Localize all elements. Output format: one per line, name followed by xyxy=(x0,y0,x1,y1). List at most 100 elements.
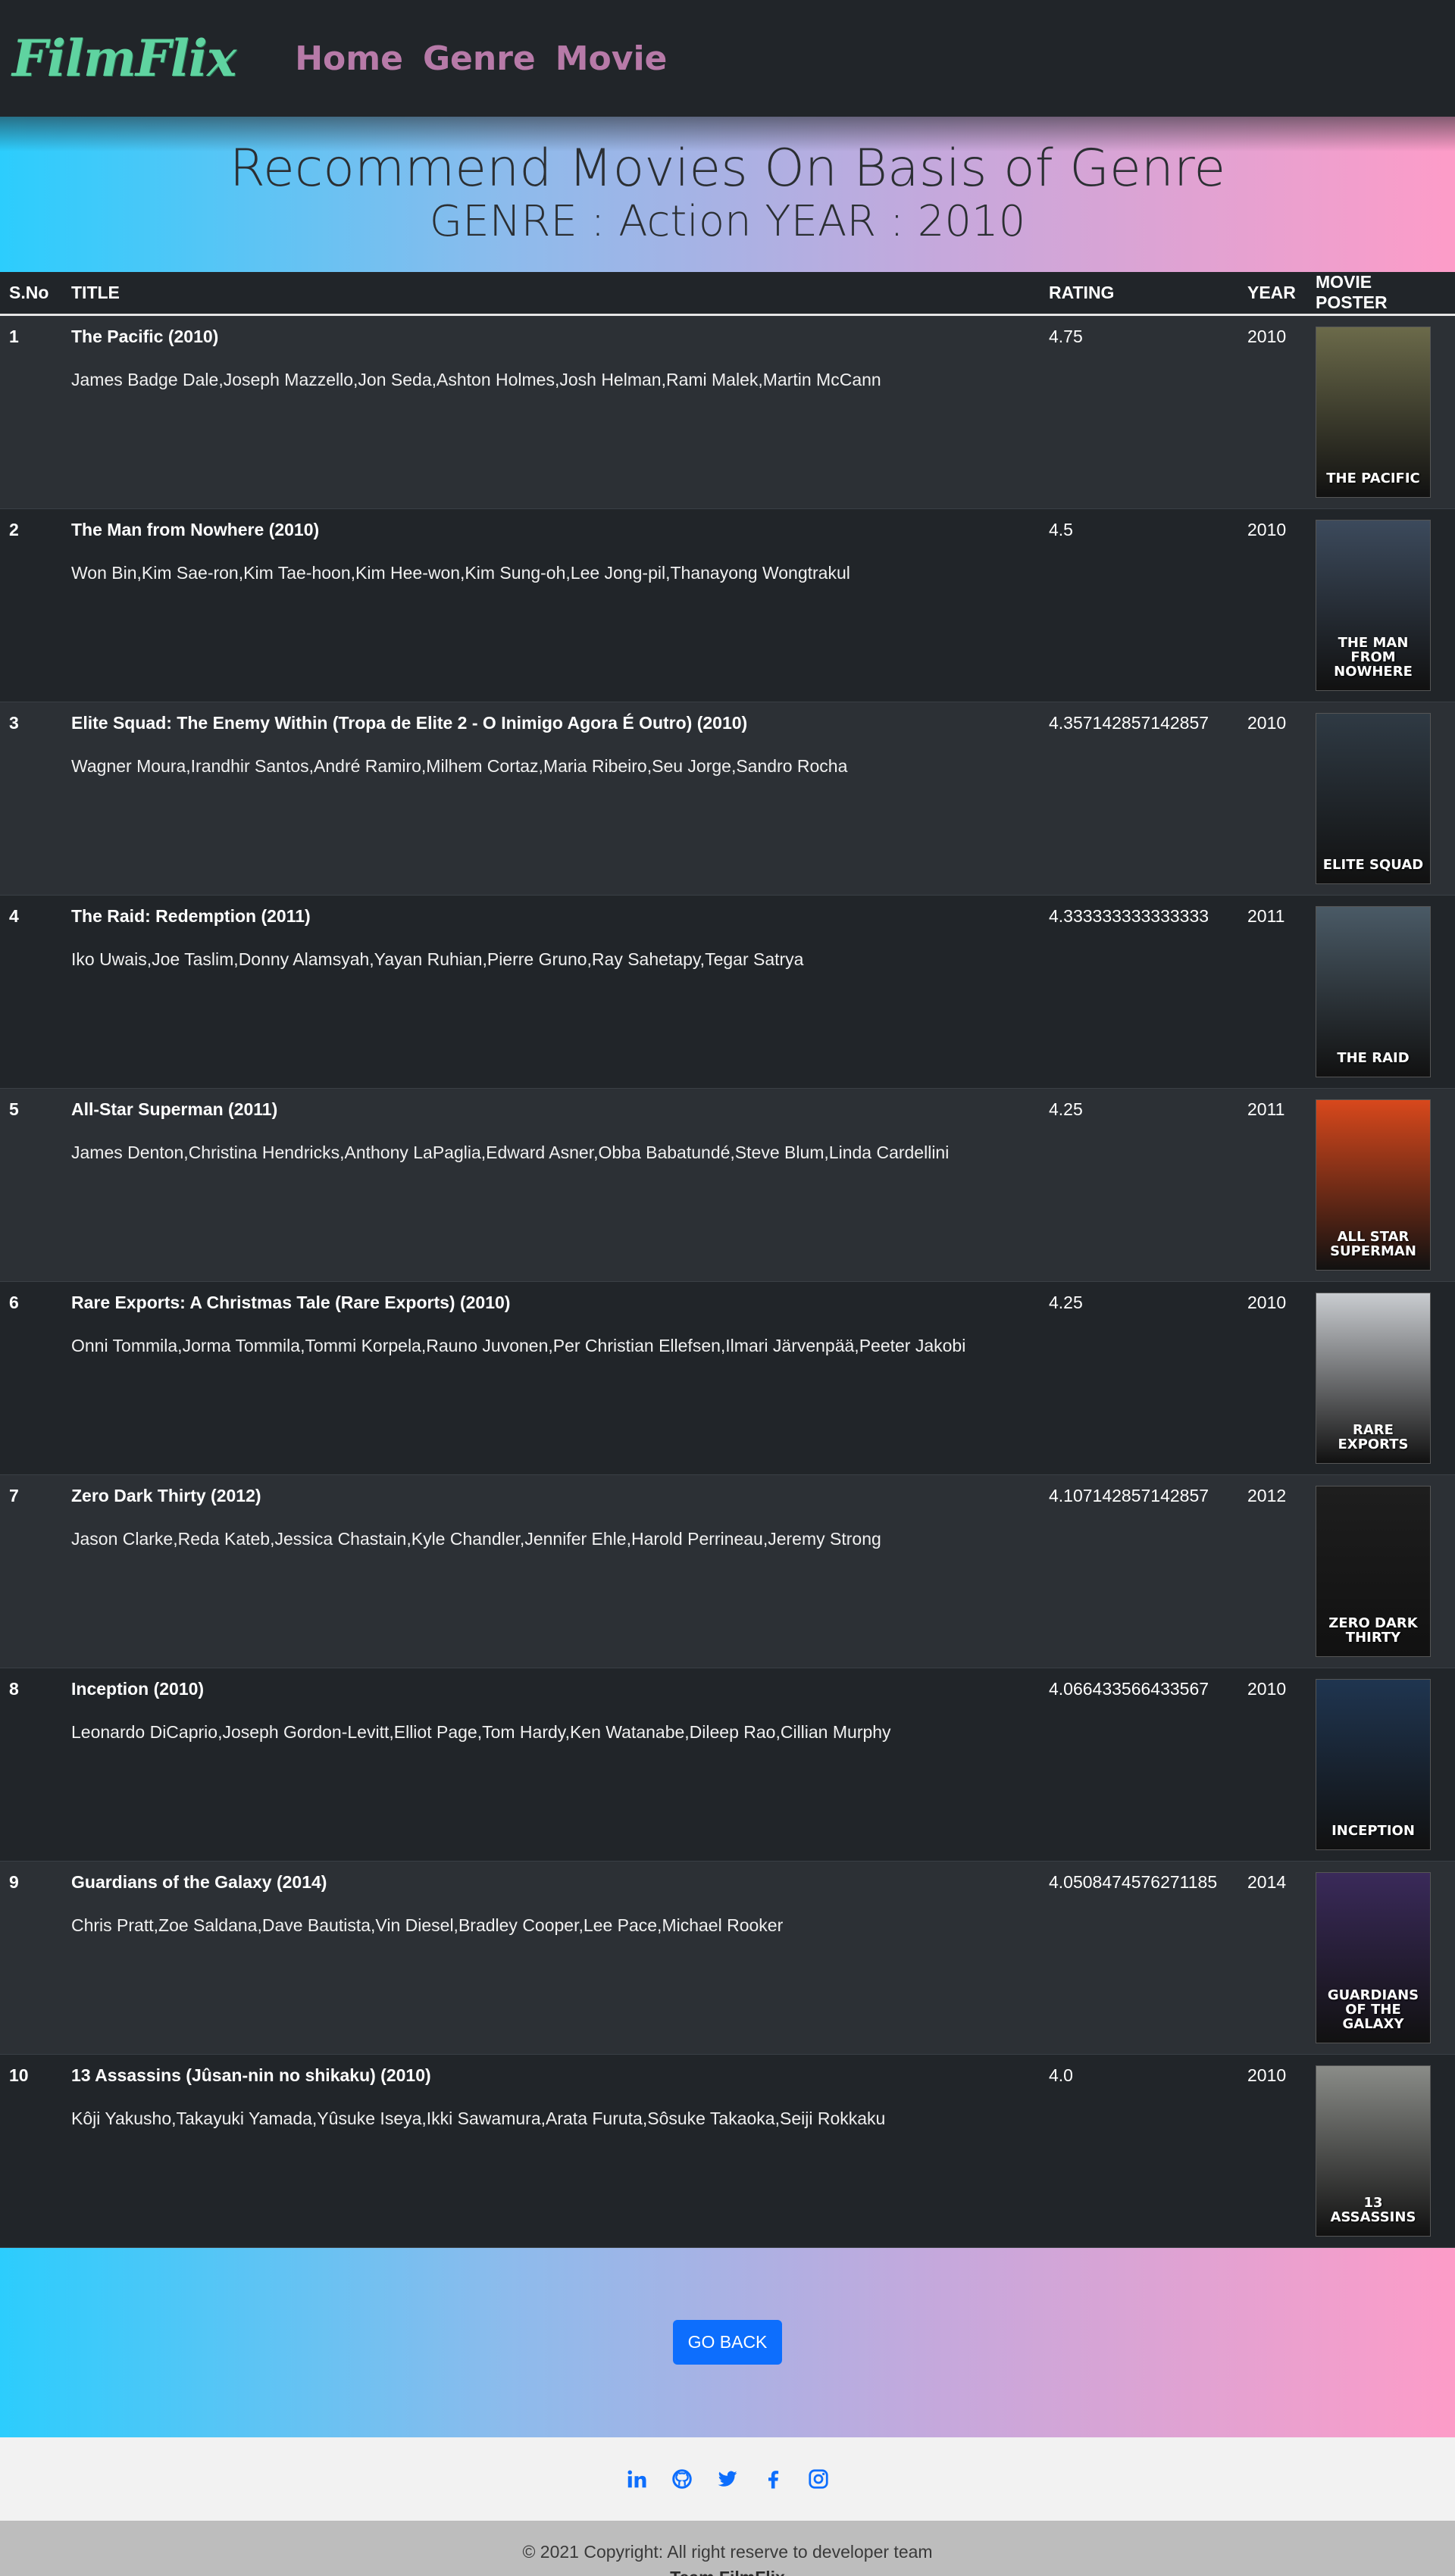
table-row: 1 The Pacific (2010) James Badge Dale,Jo… xyxy=(0,314,1455,508)
movie-cast: Leonardo DiCaprio,Joseph Gordon-Levitt,E… xyxy=(71,1721,891,1742)
nav-links: Home Genre Movie xyxy=(295,39,667,78)
row-title-cell: The Pacific (2010) James Badge Dale,Jose… xyxy=(62,314,1040,508)
poster-label: INCEPTION xyxy=(1331,1822,1415,1839)
movie-title[interactable]: All-Star Superman (2011) xyxy=(71,1099,1031,1120)
row-year: 2010 xyxy=(1247,1292,1287,1312)
copyright-footer: © 2021 Copyright: All right reserve to d… xyxy=(0,2520,1455,2576)
poster-label: THE PACIFIC xyxy=(1326,470,1420,486)
row-rating: 4.0508474576271185 xyxy=(1049,1871,1218,1892)
row-poster-cell: 13 ASSASSINS xyxy=(1306,2054,1455,2247)
movie-poster[interactable]: THE RAID xyxy=(1316,905,1431,1077)
row-year: 2010 xyxy=(1247,1678,1287,1699)
header-title: TITLE xyxy=(62,272,1040,316)
row-title-cell: 13 Assassins (Jûsan-nin no shikaku) (201… xyxy=(62,2054,1040,2247)
movie-title[interactable]: Guardians of the Galaxy (2014) xyxy=(71,1872,1031,1893)
twitter-icon[interactable] xyxy=(716,2468,739,2490)
movie-title[interactable]: The Pacific (2010) xyxy=(71,327,1031,347)
movie-poster[interactable]: THE PACIFIC xyxy=(1316,326,1431,498)
nav-link-home[interactable]: Home xyxy=(295,39,403,78)
brand-logo[interactable]: FilmFlix xyxy=(12,29,236,88)
header-year: YEAR xyxy=(1238,272,1306,316)
poster-label: GUARDIANS OF THE GALAXY xyxy=(1327,1987,1419,2032)
page-subtitle: GENRE : Action YEAR : 2010 xyxy=(429,197,1026,247)
row-rating: 4.25 xyxy=(1049,1292,1083,1312)
movie-title[interactable]: 13 Assassins (Jûsan-nin no shikaku) (201… xyxy=(71,2065,1031,2086)
row-sno: 9 xyxy=(9,1871,19,1892)
movie-cast: Onni Tommila,Jorma Tommila,Tommi Korpela… xyxy=(71,1335,966,1355)
movie-poster[interactable]: ZERO DARK THIRTY xyxy=(1316,1485,1431,1657)
table-row: 10 13 Assassins (Jûsan-nin no shikaku) (… xyxy=(0,2054,1455,2247)
row-title-cell: Rare Exports: A Christmas Tale (Rare Exp… xyxy=(62,1281,1040,1474)
page-title: Recommend Movies On Basis of Genre xyxy=(229,139,1226,199)
row-sno: 7 xyxy=(9,1485,19,1505)
row-year: 2010 xyxy=(1247,519,1287,539)
row-sno: 10 xyxy=(9,2065,29,2085)
row-sno: 8 xyxy=(9,1678,19,1699)
movie-cast: James Denton,Christina Hendricks,Anthony… xyxy=(71,1142,950,1162)
row-rating: 4.107142857142857 xyxy=(1049,1485,1209,1505)
row-poster-cell: ELITE SQUAD xyxy=(1306,702,1455,895)
movie-poster[interactable]: THE MAN FROM NOWHERE xyxy=(1316,519,1431,691)
row-poster-cell: ZERO DARK THIRTY xyxy=(1306,1474,1455,1668)
poster-label: THE MAN FROM NOWHERE xyxy=(1334,634,1413,680)
navbar: FilmFlix Home Genre Movie xyxy=(0,0,1455,117)
row-sno: 4 xyxy=(9,905,19,926)
linkedin-icon[interactable] xyxy=(625,2468,648,2490)
row-sno: 1 xyxy=(9,326,19,346)
nav-link-genre[interactable]: Genre xyxy=(423,39,536,78)
row-year: 2010 xyxy=(1247,2065,1287,2085)
movie-title[interactable]: The Raid: Redemption (2011) xyxy=(71,906,1031,927)
movie-title[interactable]: Zero Dark Thirty (2012) xyxy=(71,1486,1031,1506)
movie-poster[interactable]: ELITE SQUAD xyxy=(1316,712,1431,884)
row-title-cell: The Raid: Redemption (2011) Iko Uwais,Jo… xyxy=(62,895,1040,1088)
hero-banner: Recommend Movies On Basis of Genre GENRE… xyxy=(0,117,1455,272)
row-poster-cell: RARE EXPORTS xyxy=(1306,1281,1455,1474)
table-row: 6 Rare Exports: A Christmas Tale (Rare E… xyxy=(0,1281,1455,1474)
movie-poster[interactable]: INCEPTION xyxy=(1316,1678,1431,1850)
row-sno: 6 xyxy=(9,1292,19,1312)
team-name: Team FilmFlix xyxy=(0,2565,1455,2576)
row-year: 2010 xyxy=(1247,326,1287,346)
table-row: 8 Inception (2010) Leonardo DiCaprio,Jos… xyxy=(0,1668,1455,1861)
movie-title[interactable]: The Man from Nowhere (2010) xyxy=(71,520,1031,540)
movie-cast: Kôji Yakusho,Takayuki Yamada,Yûsuke Isey… xyxy=(71,2108,886,2128)
movie-title[interactable]: Inception (2010) xyxy=(71,1679,1031,1699)
row-year: 2010 xyxy=(1247,712,1287,733)
row-rating: 4.0 xyxy=(1049,2065,1073,2085)
poster-label: ZERO DARK THIRTY xyxy=(1328,1615,1418,1646)
row-title-cell: Guardians of the Galaxy (2014) Chris Pra… xyxy=(62,1861,1040,2054)
row-title-cell: Inception (2010) Leonardo DiCaprio,Josep… xyxy=(62,1668,1040,1861)
movie-title[interactable]: Elite Squad: The Enemy Within (Tropa de … xyxy=(71,713,1031,733)
poster-label: ALL STAR SUPERMAN xyxy=(1330,1228,1416,1259)
go-back-button[interactable]: GO BACK xyxy=(672,2320,783,2365)
movie-cast: Jason Clarke,Reda Kateb,Jessica Chastain… xyxy=(71,1528,881,1549)
instagram-icon[interactable] xyxy=(807,2468,830,2490)
row-poster-cell: THE PACIFIC xyxy=(1306,314,1455,508)
row-sno: 2 xyxy=(9,519,19,539)
row-rating: 4.5 xyxy=(1049,519,1073,539)
movie-cast: Wagner Moura,Irandhir Santos,André Ramir… xyxy=(71,755,848,776)
movie-cast: Iko Uwais,Joe Taslim,Donny Alamsyah,Yaya… xyxy=(71,949,804,969)
facebook-icon[interactable] xyxy=(762,2468,784,2490)
table-header-row: S.No TITLE RATING YEAR MOVIE POSTER xyxy=(0,272,1455,316)
movie-poster[interactable]: RARE EXPORTS xyxy=(1316,1292,1431,1464)
poster-label: 13 ASSASSINS xyxy=(1330,2194,1416,2225)
social-links xyxy=(0,2437,1455,2521)
github-icon[interactable] xyxy=(671,2468,693,2490)
row-poster-cell: THE RAID xyxy=(1306,895,1455,1088)
movie-poster[interactable]: ALL STAR SUPERMAN xyxy=(1316,1099,1431,1271)
movie-cast: Won Bin,Kim Sae-ron,Kim Tae-hoon,Kim Hee… xyxy=(71,562,850,583)
movie-poster[interactable]: 13 ASSASSINS xyxy=(1316,2065,1431,2237)
table-row: 5 All-Star Superman (2011) James Denton,… xyxy=(0,1088,1455,1281)
row-title-cell: Zero Dark Thirty (2012) Jason Clarke,Red… xyxy=(62,1474,1040,1668)
header-poster: MOVIE POSTER xyxy=(1306,272,1455,316)
header-rating: RATING xyxy=(1040,272,1238,316)
row-rating: 4.75 xyxy=(1049,326,1083,346)
poster-label: THE RAID xyxy=(1337,1049,1410,1066)
header-sno: S.No xyxy=(0,272,62,316)
movie-title[interactable]: Rare Exports: A Christmas Tale (Rare Exp… xyxy=(71,1293,1031,1313)
nav-link-movie[interactable]: Movie xyxy=(555,39,668,78)
table-row: 9 Guardians of the Galaxy (2014) Chris P… xyxy=(0,1861,1455,2054)
movie-cast: Chris Pratt,Zoe Saldana,Dave Bautista,Vi… xyxy=(71,1915,784,1935)
movie-poster[interactable]: GUARDIANS OF THE GALAXY xyxy=(1316,1871,1431,2043)
